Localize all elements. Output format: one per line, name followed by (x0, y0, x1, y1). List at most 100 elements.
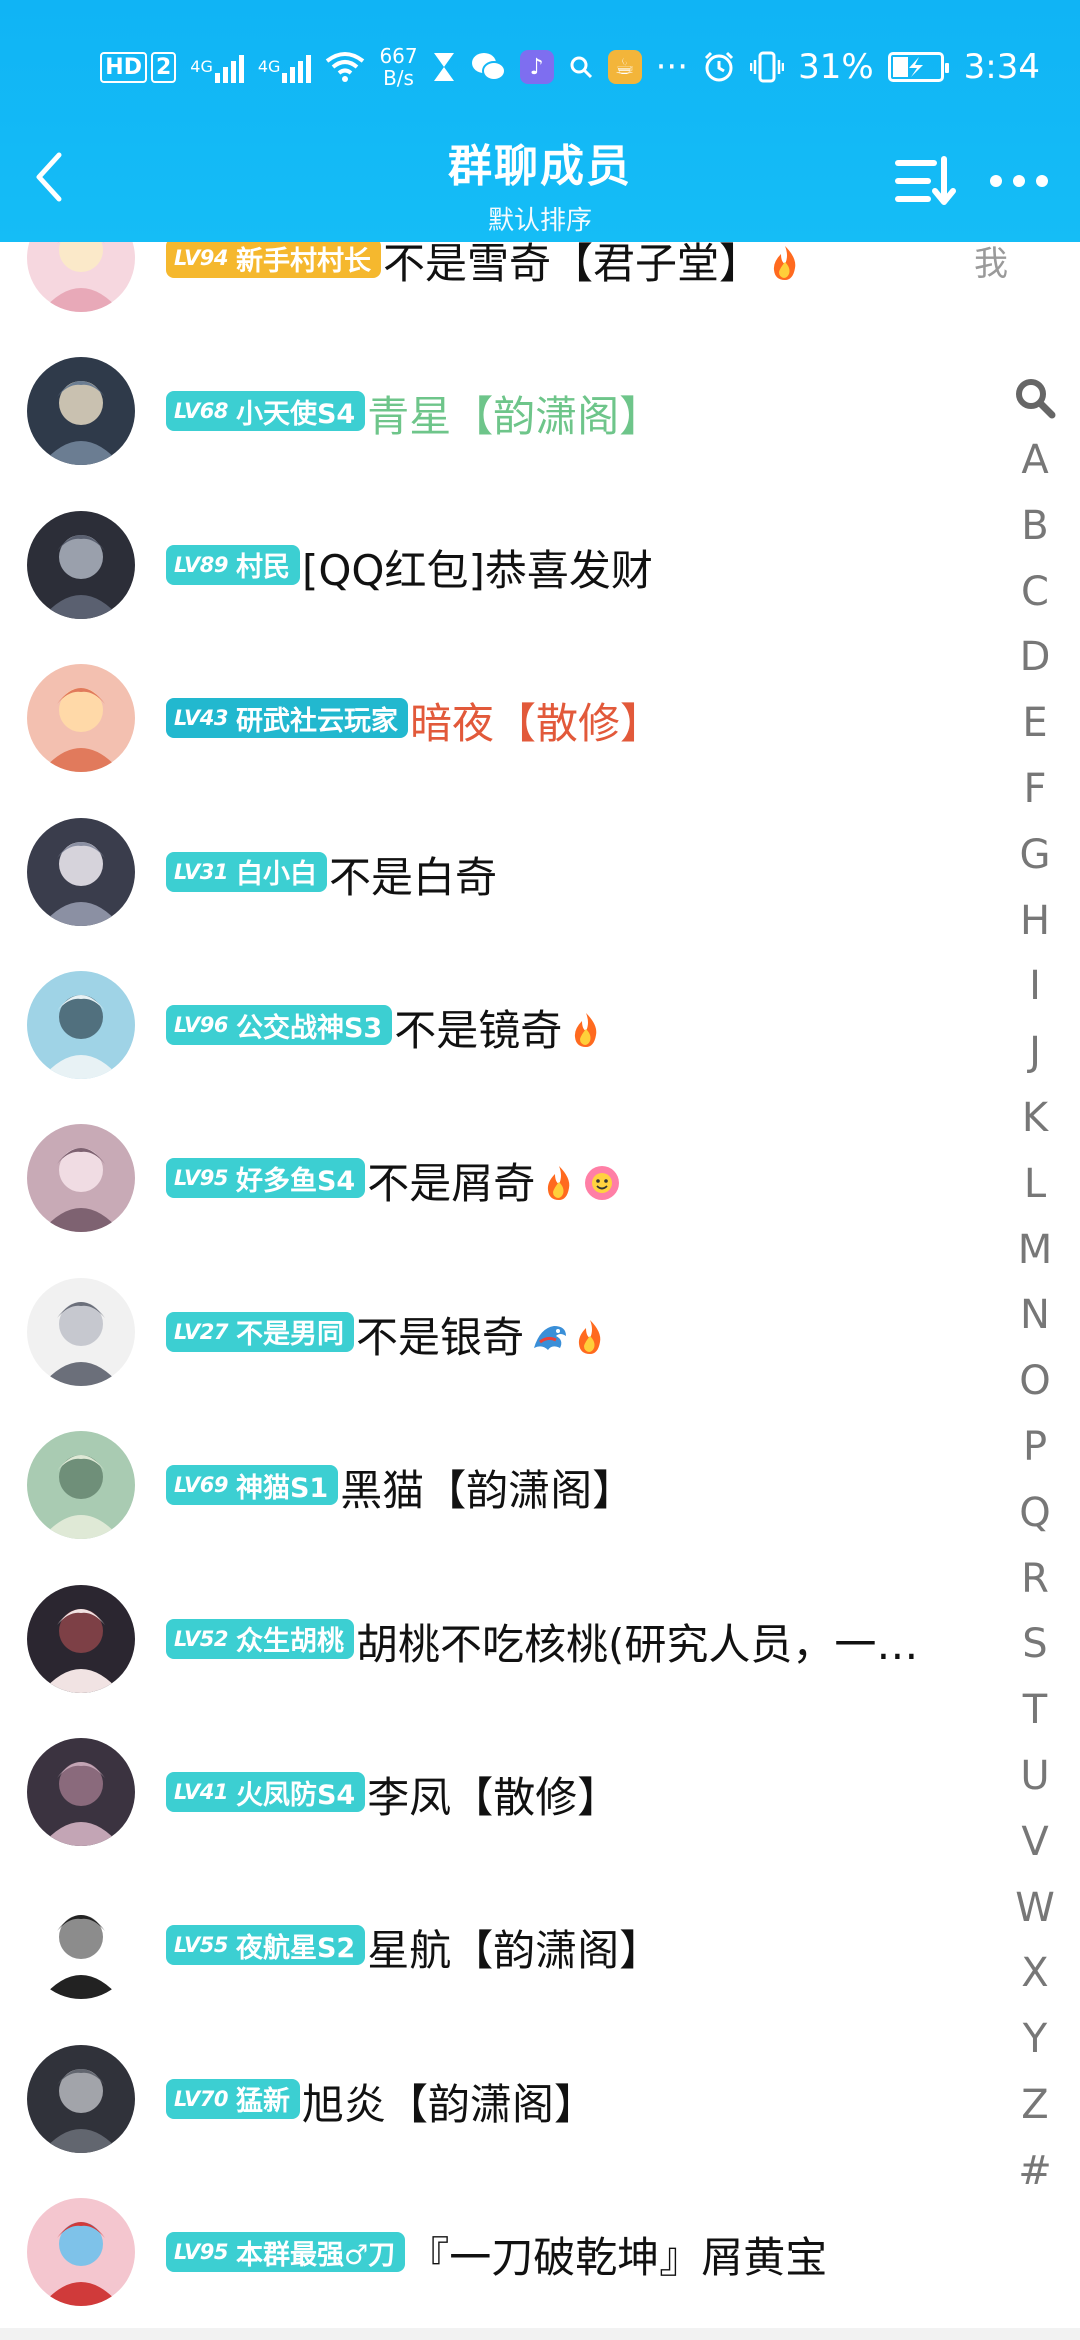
member-title: 夜航星S2 (235, 1932, 356, 1964)
member-nickname: 旭炎【韵潇阁】 (302, 2071, 596, 2132)
index-letter[interactable]: G (1010, 823, 1060, 889)
index-letter[interactable]: W (1010, 1876, 1060, 1942)
sort-button[interactable] (890, 146, 960, 216)
speed-unit: B/s (383, 66, 414, 90)
more-dots-icon (990, 175, 1048, 187)
index-letter[interactable]: E (1010, 691, 1060, 757)
member-nickname: 不是屑奇 (367, 1150, 620, 1211)
hd-label: HD (100, 51, 147, 83)
member-nickname: 黑猫【韵潇阁】 (340, 1457, 634, 1518)
member-level: LV41 (174, 1780, 228, 1804)
member-avatar[interactable] (27, 510, 135, 619)
member-list[interactable]: LV94 新手村村长 不是雪奇【君子堂】 我 LV68 小天使S4 青星【韵潇阁】 LV89 村… (0, 0, 1080, 2340)
network-type-2: 4G (257, 57, 281, 76)
member-row[interactable]: LV69 神猫S1 黑猫【韵潇阁】 (0, 1409, 1000, 1562)
index-letter[interactable]: N (1010, 1283, 1060, 1349)
search-icon (568, 54, 594, 80)
member-nickname: 李凤【散修】 (367, 1764, 619, 1825)
member-level: LV70 (174, 2086, 228, 2111)
member-nickname-text: 『一刀破乾坤』屑黄宝 (407, 2233, 828, 2283)
index-search-icon[interactable] (1010, 368, 1060, 428)
index-letter[interactable]: O (1010, 1349, 1060, 1415)
signal-2-icon: 4G (258, 51, 312, 83)
member-avatar[interactable] (27, 1584, 135, 1693)
member-row[interactable]: LV52 众生胡桃 胡桃不吃核桃(研究人员，一… (0, 1563, 1000, 1716)
member-nickname: 暗夜【散修】 (410, 690, 662, 751)
vibrate-icon (750, 51, 785, 83)
member-nickname-text: 不是雪奇【君子堂】 (382, 239, 761, 288)
index-letter[interactable]: D (1010, 625, 1060, 691)
member-title: 公交战神S3 (235, 1012, 383, 1044)
member-nickname-text: 旭炎【韵潇阁】 (301, 2079, 596, 2129)
index-letter[interactable]: T (1010, 1678, 1060, 1744)
member-nickname-text: 不是银奇 (355, 1312, 524, 1362)
index-letter[interactable]: K (1010, 1086, 1060, 1152)
member-row[interactable]: LV27 不是男同 不是银奇 (0, 1256, 1000, 1409)
index-letter[interactable]: J (1010, 1020, 1060, 1086)
member-avatar[interactable] (27, 817, 135, 926)
member-nickname: 胡桃不吃核桃(研究人员，一… (356, 1611, 918, 1672)
index-letter[interactable]: X (1010, 1941, 1060, 2007)
member-level: LV89 (174, 552, 228, 577)
sort-icon (895, 156, 956, 205)
member-avatar[interactable] (27, 1891, 135, 2000)
member-nickname-text: 不是白奇 (328, 852, 497, 902)
member-level-badge: LV55 夜航星S2 (166, 1925, 366, 1966)
member-avatar[interactable] (27, 1738, 135, 1846)
member-row[interactable]: LV70 猛新 旭炎【韵潇阁】 (0, 2023, 1000, 2176)
index-letter[interactable]: S (1010, 1612, 1060, 1678)
member-nickname-text: [QQ红包]恭喜发财 (301, 545, 653, 595)
index-letter[interactable]: I (1010, 954, 1060, 1020)
index-letter[interactable]: H (1010, 889, 1060, 955)
member-level-badge: LV70 猛新 (166, 2078, 300, 2119)
member-avatar[interactable] (27, 2044, 135, 2153)
member-title: 神猫S1 (235, 1472, 329, 1504)
index-letter[interactable]: # (1010, 2139, 1060, 2205)
member-avatar[interactable] (27, 1277, 135, 1386)
member-avatar[interactable] (27, 2198, 135, 2307)
index-letter[interactable]: Y (1010, 2007, 1060, 2073)
index-letter[interactable]: Z (1010, 2073, 1060, 2139)
member-nickname: 『一刀破乾坤』屑黄宝 (407, 2224, 827, 2285)
member-row[interactable]: LV43 研武社云玩家 暗夜【散修】 (0, 642, 1000, 795)
index-letter[interactable]: A (1010, 428, 1060, 494)
member-level-badge: LV89 村民 (166, 544, 300, 585)
member-row[interactable]: LV95 好多鱼S4 不是屑奇 (0, 1102, 1000, 1255)
index-letter[interactable]: F (1010, 757, 1060, 823)
member-row[interactable]: LV31 白小白 不是白奇 (0, 796, 1000, 949)
member-avatar[interactable] (27, 664, 135, 773)
me-label: 我 (974, 244, 1008, 284)
alphabet-index[interactable]: A B C D E F G H I J K L M N O P Q R S T U V W X Y Z # (1010, 368, 1060, 2205)
member-level: LV68 (174, 399, 228, 424)
member-row[interactable]: LV41 火凤防S4 李凤【散修】 (0, 1716, 1000, 1869)
index-letter[interactable]: V (1010, 1810, 1060, 1876)
member-title: 白小白 (235, 859, 317, 891)
index-letter[interactable]: P (1010, 1415, 1060, 1481)
member-row[interactable]: LV89 村民 [QQ红包]恭喜发财 (0, 489, 1000, 642)
index-letter[interactable]: Q (1010, 1481, 1060, 1547)
wechat-icon (470, 51, 506, 83)
member-avatar[interactable] (27, 1431, 135, 1540)
index-letter[interactable]: M (1010, 1218, 1060, 1284)
member-level-badge: LV69 神猫S1 (166, 1465, 339, 1506)
member-row[interactable]: LV55 夜航星S2 星航【韵潇阁】 (0, 1869, 1000, 2022)
member-row[interactable]: LV96 公交战神S3 不是镜奇 (0, 949, 1000, 1102)
member-level: LV94 (174, 246, 228, 270)
member-nickname-text: 不是镜奇 (394, 1006, 563, 1055)
index-letter[interactable]: R (1010, 1547, 1060, 1613)
member-level: LV69 (174, 1473, 228, 1498)
member-title: 好多鱼S4 (235, 1165, 356, 1197)
index-letter[interactable]: B (1010, 494, 1060, 560)
index-letter[interactable]: U (1010, 1744, 1060, 1810)
member-row[interactable]: LV95 本群最强♂刀 『一刀破乾坤』屑黄宝 (0, 2176, 1000, 2329)
fire-emoji-icon (541, 1163, 577, 1201)
member-avatar[interactable] (27, 1124, 135, 1233)
member-avatar[interactable] (27, 971, 135, 1079)
member-level-badge: LV94 新手村村长 (166, 238, 381, 278)
member-level: LV96 (174, 1013, 228, 1037)
member-row[interactable]: LV68 小天使S4 青星【韵潇阁】 (0, 335, 1000, 488)
index-letter[interactable]: C (1010, 560, 1060, 626)
more-options-button[interactable] (984, 146, 1054, 216)
index-letter[interactable]: L (1010, 1152, 1060, 1218)
member-avatar[interactable] (27, 357, 135, 466)
